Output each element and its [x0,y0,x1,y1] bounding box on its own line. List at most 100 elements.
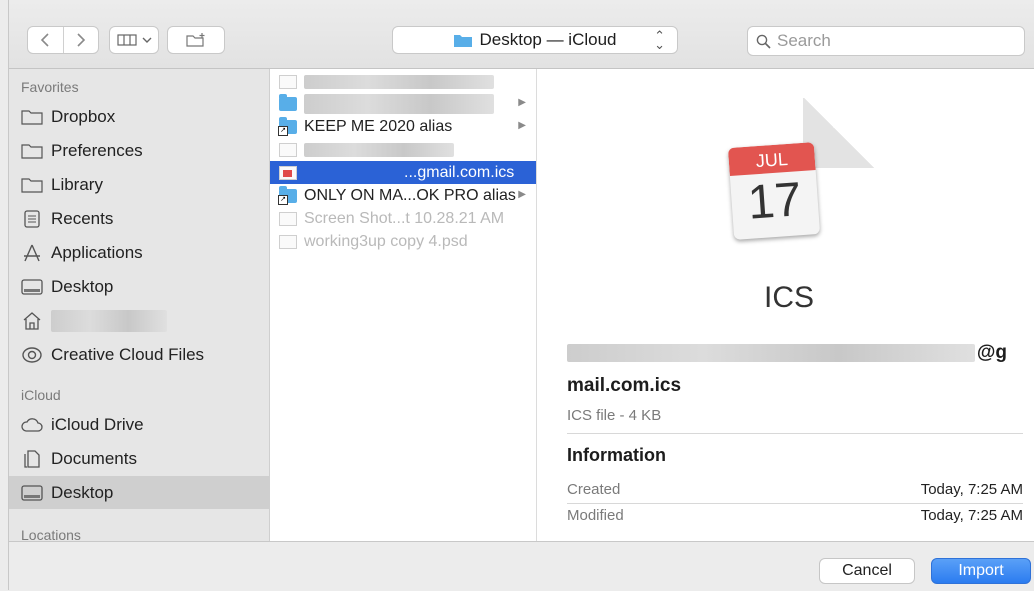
cancel-button[interactable]: Cancel [819,558,915,584]
sidebar-item-library[interactable]: Library [9,168,269,201]
sidebar-item-icloud-desktop[interactable]: Desktop [9,476,269,509]
folder-alias-icon: ↗ [278,116,297,136]
file-row-psd: working3up copy 4.psd [270,230,536,253]
file-kind-size: ICS file - 4 KB [567,407,662,424]
file-row-selected-ics[interactable]: ...gmail.com.ics [270,161,536,184]
divider [567,433,1023,434]
search-icon [756,34,771,49]
file-name: ONLY ON MA...OK PRO alias [304,186,516,204]
sidebar-item-label: Recents [51,208,114,228]
dialog-footer: Cancel Import [9,541,1034,591]
file-row[interactable]: ▶ [270,92,536,115]
redacted-filename [304,93,494,114]
sidebar-item-label: Documents [51,448,137,468]
information-heading: Information [567,445,666,465]
sidebar: Favorites Dropbox Preferences Library Re… [9,69,270,541]
sidebar-item-desktop[interactable]: Desktop [9,270,269,303]
applications-icon [21,244,43,262]
file-row[interactable] [270,70,536,93]
redacted-filename [304,165,404,180]
sidebar-item-label: Desktop [51,276,114,296]
sidebar-item-label: Dropbox [51,106,116,126]
chevron-left-icon [41,33,49,47]
file-row-keep-me-alias[interactable]: ↗ KEEP ME 2020 alias ▶ [270,115,536,138]
info-key: Modified [567,507,624,524]
sidebar-item-creative-cloud[interactable]: Creative Cloud Files [9,338,269,371]
back-button[interactable] [28,27,64,53]
calendar-day: 17 [746,173,804,230]
cloud-icon [21,416,43,434]
folder-icon [21,176,43,194]
ics-file-icon [279,165,297,180]
location-label: Desktop — iCloud [479,30,617,49]
disclosure-arrow-icon: ▶ [518,189,526,200]
location-popup[interactable]: Desktop — iCloud ⌃ ⌄ [392,26,678,54]
forward-button[interactable] [64,27,99,53]
folder-icon [21,142,43,160]
info-row-modified: Modified Today, 7:25 AM [567,507,1023,524]
new-folder-button[interactable] [167,26,225,54]
file-open-dialog: Desktop — iCloud ⌃ ⌄ Search Favorites Dro… [8,0,1034,591]
sidebar-item-dropbox[interactable]: Dropbox [9,100,269,133]
folder-icon [279,93,297,111]
info-value: Today, 7:25 AM [920,481,1023,498]
toolbar: Desktop — iCloud ⌃ ⌄ Search [9,0,1034,69]
creative-cloud-icon [21,346,43,364]
sidebar-item-recents[interactable]: Recents [9,202,269,235]
sidebar-item-label: Applications [51,242,143,262]
updown-chevron-icon: ⌃ ⌄ [654,28,665,52]
navigation-buttons [27,26,99,54]
info-key: Created [567,481,621,498]
folder-icon [454,34,473,47]
redacted-filename [567,344,975,362]
sidebar-item-label: iCloud Drive [51,414,144,434]
folder-alias-icon: ↗ [278,185,297,205]
sidebar-item-label: Desktop [51,482,114,502]
info-value: Today, 7:25 AM [920,507,1023,524]
sidebar-item-icloud-drive[interactable]: iCloud Drive [9,408,269,441]
new-folder-icon [186,33,205,47]
sidebar-item-preferences[interactable]: Preferences [9,134,269,167]
document-icon [279,142,297,157]
redacted-filename [304,142,454,157]
chevron-down-icon [142,37,151,43]
sidebar-item-applications[interactable]: Applications [9,236,269,269]
file-name: ...gmail.com.ics [404,163,515,181]
import-button[interactable]: Import [931,558,1031,584]
file-type-label: ICS [763,281,814,314]
document-icon [279,74,297,89]
documents-icon [21,449,43,468]
columns-view-icon [116,34,137,46]
image-file-icon [279,211,297,226]
sidebar-item-documents[interactable]: Documents [9,442,269,475]
file-row-screenshot: Screen Shot...t 10.28.21 AM [270,207,536,230]
home-icon [21,311,43,330]
file-column: ▶ ↗ KEEP ME 2020 alias ▶ ...gmail.com.ic… [270,69,537,541]
desktop-icon [21,484,43,502]
locations-heading: Locations [21,527,81,541]
search-placeholder: Search [777,31,831,50]
preview-filename-line2: mail.com.ics [567,375,682,396]
file-name: working3up copy 4.psd [304,232,468,250]
divider [567,503,1023,504]
desktop-icon [21,278,43,296]
file-name: KEEP ME 2020 alias [304,117,453,135]
sidebar-item-label: Library [51,174,103,194]
preview-pane: JUL 17 ICS @g mail.com.ics ICS file - 4 … [537,69,1034,541]
sidebar-item-label: Preferences [51,140,143,160]
file-row[interactable] [270,138,536,161]
calendar-icon: JUL 17 [727,142,821,240]
chevron-right-icon [77,33,85,47]
file-row-only-on-alias[interactable]: ↗ ONLY ON MA...OK PRO alias ▶ [270,184,536,207]
redacted-username [51,309,167,332]
favorites-heading: Favorites [21,79,79,95]
filename-tail: @g [976,342,1007,363]
sidebar-item-home[interactable] [9,304,269,337]
preview-filename-line1: @g [567,341,1007,365]
psd-file-icon [279,234,297,249]
search-field[interactable]: Search [747,26,1025,56]
recents-icon [21,209,43,228]
redacted-filename [304,74,494,89]
view-mode-button[interactable] [109,26,159,54]
disclosure-arrow-icon: ▶ [518,97,526,108]
